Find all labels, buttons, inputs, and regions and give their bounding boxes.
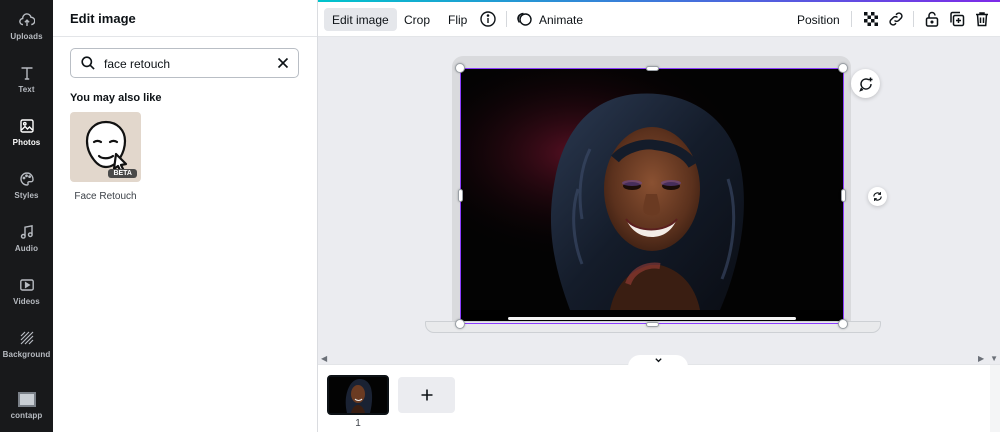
page-thumbnail-image [329,377,387,413]
page-number: 1 [355,418,361,429]
transparency-icon[interactable] [862,10,880,28]
face-retouch-app-card[interactable]: BETA [70,112,141,182]
section-heading: You may also like [70,92,162,104]
vertical-scrollbar[interactable] [990,37,1000,364]
scroll-right-arrow-icon[interactable]: ▶ [978,354,984,363]
info-icon[interactable] [479,10,497,28]
portrait-photo[interactable] [460,69,843,310]
search-input-value[interactable]: face retouch [104,57,170,71]
search-input[interactable]: face retouch [70,48,299,78]
chevron-down-icon [654,358,662,363]
pages-scrollbar[interactable] [990,365,1000,432]
rail-label: Uploads [10,32,43,41]
resize-handle-bottom[interactable] [646,322,659,327]
rail-label: Styles [14,191,39,200]
resize-handle-top-right[interactable] [838,63,848,73]
link-icon[interactable] [887,10,905,28]
rail-item-photos[interactable]: Photos [0,106,53,159]
resize-handle-top[interactable] [646,66,659,71]
rail-item-audio[interactable]: Audio [0,212,53,265]
rail-item-videos[interactable]: Videos [0,265,53,318]
rail-item-contapp[interactable]: contapp [0,379,53,432]
resize-handle-top-left[interactable] [455,63,465,73]
add-comment-button[interactable] [851,69,880,98]
rail-label: Audio [14,244,39,253]
music-note-icon [20,224,33,239]
rotate-icon [873,192,882,201]
rotate-button[interactable] [868,187,887,206]
comment-add-icon [858,77,872,92]
scroll-left-arrow-icon[interactable]: ◀ [321,354,327,363]
edit-image-button[interactable]: Edit image [324,8,397,31]
resize-handle-bottom-right[interactable] [838,319,848,329]
portrait-image [460,69,843,310]
top-toolbar: Edit image Crop Flip Animate Position [318,0,1000,37]
toolbar-divider [851,11,852,27]
resize-handle-bottom-left[interactable] [455,319,465,329]
left-rail: Uploads Text Photos Styles Audio Videos … [0,0,53,432]
resize-handle-left[interactable] [458,189,463,202]
panel-header: Edit image [53,0,317,37]
toolbar-divider [913,11,914,27]
laptop-hinge-bar [508,317,796,320]
design-canvas[interactable]: ◀ ▶ ▼ [318,37,1000,364]
scroll-down-arrow-icon[interactable]: ▼ [990,354,998,363]
duplicate-icon[interactable] [948,10,966,28]
play-video-icon [19,279,34,291]
app-thumbnail-icon [17,391,36,407]
edit-image-panel: Edit image face retouch You may also lik… [53,0,318,432]
rail-label: Text [18,85,35,94]
text-T-icon [21,67,32,80]
rail-label: Background [2,350,51,359]
rail-item-text[interactable]: Text [0,53,53,106]
rail-label: Videos [13,297,40,306]
image-icon [19,119,34,133]
diagonal-stripes-icon [20,331,33,345]
unlock-icon[interactable] [923,10,941,28]
rail-label: Photos [12,138,41,147]
search-icon [81,56,95,70]
app-name: Face Retouch [74,191,137,202]
animate-button[interactable]: Animate [531,8,591,31]
trash-icon[interactable] [973,10,991,28]
rail-item-uploads[interactable]: Uploads [0,0,53,53]
clear-search-icon[interactable] [276,56,290,70]
crop-button[interactable]: Crop [396,8,438,31]
rail-item-styles[interactable]: Styles [0,159,53,212]
page-thumbnail[interactable] [327,375,389,415]
beta-badge: BETA [108,169,137,178]
palette-icon [19,172,34,186]
face-retouch-icon [85,120,128,174]
plus-icon [421,389,432,401]
toolbar-divider [506,11,507,27]
collapse-pages-toggle[interactable] [628,355,688,367]
flip-button[interactable]: Flip [440,8,475,31]
position-button[interactable]: Position [789,8,848,31]
add-page-button[interactable] [398,377,455,413]
resize-handle-right[interactable] [841,189,846,202]
panel-title: Edit image [70,11,136,26]
rail-label: contapp [10,410,43,420]
pages-strip: 1 [318,355,1000,432]
rail-item-background[interactable]: Background [0,318,53,371]
upload-cloud-icon [18,13,35,26]
